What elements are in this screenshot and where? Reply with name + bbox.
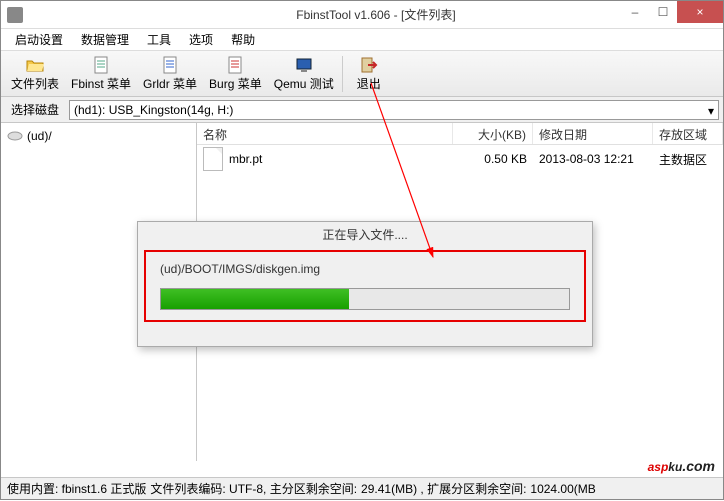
app-icon	[7, 7, 23, 23]
disk-value: (hd1): USB_Kingston(14g, H:)	[74, 103, 233, 117]
file-icon	[203, 147, 223, 171]
col-name[interactable]: 名称	[197, 123, 453, 144]
import-dialog: 正在导入文件.... (ud)/BOOT/IMGS/diskgen.img	[137, 221, 593, 347]
tree-root[interactable]: (ud)/	[5, 127, 192, 145]
window-title: FbinstTool v1.606 - [文件列表]	[29, 6, 723, 23]
dialog-title: 正在导入文件....	[138, 222, 592, 248]
disk-dropdown[interactable]: (hd1): USB_Kingston(14g, H:) ▾	[69, 100, 719, 120]
tb-label: 文件列表	[11, 75, 59, 92]
list-row[interactable]: mbr.pt 0.50 KB 2013-08-03 12:21 主数据区	[197, 145, 723, 173]
document-blue-icon	[161, 56, 179, 74]
list-header: 名称 大小(KB) 修改日期 存放区域	[197, 123, 723, 145]
minimize-button[interactable]: –	[621, 1, 649, 23]
tb-burg-menu[interactable]: Burg 菜单	[203, 53, 268, 95]
tree-root-label: (ud)/	[27, 129, 52, 143]
tb-label: Fbinst 菜单	[71, 75, 131, 92]
col-date[interactable]: 修改日期	[533, 123, 653, 144]
progress-bar	[160, 288, 570, 310]
tb-grldr-menu[interactable]: Grldr 菜单	[137, 53, 203, 95]
window-controls: – ☐ ×	[621, 1, 723, 23]
tb-file-list[interactable]: 文件列表	[5, 53, 65, 95]
tb-label: Qemu 测试	[274, 75, 334, 92]
menu-tools[interactable]: 工具	[139, 29, 179, 50]
close-button[interactable]: ×	[677, 1, 723, 23]
file-area: 主数据区	[653, 148, 723, 171]
document-icon	[92, 56, 110, 74]
toolbar-separator	[342, 56, 343, 92]
menu-startup[interactable]: 启动设置	[7, 29, 71, 50]
folder-open-icon	[26, 56, 44, 74]
tb-label: 退出	[357, 75, 381, 92]
disk-label: 选择磁盘	[1, 101, 69, 118]
menu-options[interactable]: 选项	[181, 29, 221, 50]
title-bar: FbinstTool v1.606 - [文件列表] – ☐ ×	[1, 1, 723, 29]
chevron-down-icon: ▾	[708, 104, 714, 118]
dialog-body: (ud)/BOOT/IMGS/diskgen.img	[144, 250, 586, 322]
toolbar: 文件列表 Fbinst 菜单 Grldr 菜单 Burg 菜单 Qemu 测试 …	[1, 51, 723, 97]
exit-icon	[360, 56, 378, 74]
menu-help[interactable]: 帮助	[223, 29, 263, 50]
tb-fbinst-menu[interactable]: Fbinst 菜单	[65, 53, 137, 95]
menu-data[interactable]: 数据管理	[73, 29, 137, 50]
status-bar: 使用内置: fbinst1.6 正式版 文件列表编码: UTF-8, 主分区剩余…	[1, 477, 723, 499]
menu-bar: 启动设置 数据管理 工具 选项 帮助	[1, 29, 723, 51]
watermark: aspku.com	[648, 451, 715, 477]
tb-exit[interactable]: 退出	[345, 53, 393, 95]
tb-label: Grldr 菜单	[143, 75, 197, 92]
col-size[interactable]: 大小(KB)	[453, 123, 533, 144]
disk-selector-row: 选择磁盘 (hd1): USB_Kingston(14g, H:) ▾	[1, 97, 723, 123]
tb-qemu-test[interactable]: Qemu 测试	[268, 53, 340, 95]
document-red-icon	[226, 56, 244, 74]
drive-icon	[7, 130, 23, 142]
status-seg-1: 使用内置: fbinst1.6 正式版	[7, 480, 146, 497]
progress-fill	[161, 289, 349, 309]
file-size: 0.50 KB	[453, 149, 533, 169]
import-path: (ud)/BOOT/IMGS/diskgen.img	[160, 262, 570, 276]
status-seg-2: 文件列表编码: UTF-8, 主分区剩余空间:	[150, 480, 357, 497]
tb-label: Burg 菜单	[209, 75, 262, 92]
status-seg-4: 1024.00(MB	[530, 482, 595, 496]
status-seg-3: 29.41(MB) , 扩展分区剩余空间:	[361, 480, 526, 497]
maximize-button[interactable]: ☐	[649, 1, 677, 23]
file-date: 2013-08-03 12:21	[533, 149, 653, 169]
monitor-icon	[295, 56, 313, 74]
file-name: mbr.pt	[229, 152, 262, 166]
col-area[interactable]: 存放区域	[653, 123, 723, 144]
